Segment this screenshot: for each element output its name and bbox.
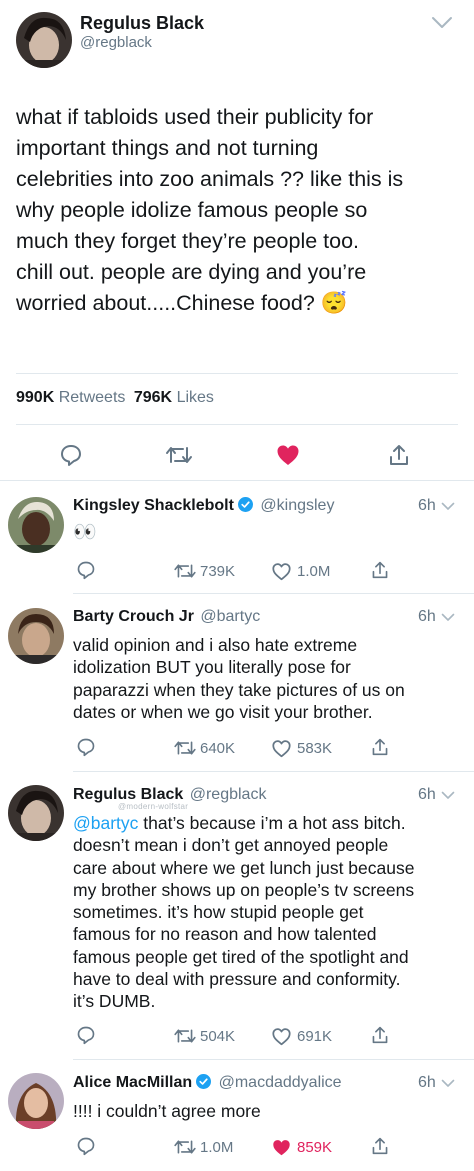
- tweet-text: what if tabloids used their publicity fo…: [16, 102, 466, 319]
- tweet-text-line: much they forget they’re people too.: [16, 229, 360, 253]
- author-name[interactable]: Regulus Black: [80, 13, 204, 34]
- retweet-icon[interactable]: [173, 562, 197, 580]
- heart-icon[interactable]: [271, 1027, 292, 1046]
- reply-text-line: care about where we get lunch just becau…: [73, 857, 415, 878]
- retweet-count[interactable]: 640K: [200, 740, 235, 757]
- share-icon[interactable]: [388, 443, 410, 467]
- heart-icon[interactable]: [271, 562, 292, 581]
- divider: [16, 373, 458, 374]
- divider: [0, 480, 474, 481]
- reply-text-line: famous people get tired of the spotlight…: [73, 946, 409, 967]
- retweets-count[interactable]: 990K: [16, 389, 54, 406]
- heart-icon[interactable]: [271, 1138, 292, 1157]
- avatar[interactable]: [16, 12, 72, 68]
- like-count[interactable]: 691K: [297, 1028, 332, 1045]
- share-icon[interactable]: [371, 1136, 389, 1156]
- retweet-icon[interactable]: [173, 739, 197, 757]
- reply-author-name[interactable]: Alice MacMillan: [73, 1074, 192, 1091]
- reply-header: Alice MacMillan @macdaddyalice: [73, 1074, 342, 1092]
- retweet-count[interactable]: 739K: [200, 563, 235, 580]
- like-count[interactable]: 1.0M: [297, 563, 330, 580]
- reply-icon[interactable]: [76, 737, 96, 757]
- chevron-down-icon[interactable]: [441, 1079, 455, 1088]
- reply-time[interactable]: 6h: [418, 1074, 436, 1092]
- reply-text: valid opinion and i also hate extreme id…: [73, 634, 463, 723]
- reply-icon[interactable]: [59, 443, 83, 467]
- reply-header: Barty Crouch Jr @bartyc: [73, 608, 260, 626]
- divider: [73, 1059, 474, 1060]
- avatar[interactable]: [8, 1073, 64, 1129]
- tweet-text-line: worried about.....Chinese food? 😴: [16, 291, 348, 315]
- reply-time[interactable]: 6h: [418, 608, 436, 626]
- reply-author-name[interactable]: Barty Crouch Jr: [73, 608, 194, 625]
- tweet-text-line: celebrities into zoo animals ?? like thi…: [16, 167, 404, 191]
- reply-author-handle[interactable]: @bartyc: [200, 608, 260, 625]
- chevron-down-icon[interactable]: [431, 16, 453, 30]
- retweet-count[interactable]: 504K: [200, 1028, 235, 1045]
- reply-icon[interactable]: [76, 1025, 96, 1045]
- divider: [73, 771, 474, 772]
- reply-time[interactable]: 6h: [418, 497, 436, 515]
- tweet-text-line: chill out. people are dying and you’re: [16, 260, 367, 284]
- reply-text-line: doesn’t mean i don’t get annoyed people: [73, 835, 389, 856]
- retweet-icon[interactable]: [173, 1027, 197, 1045]
- reply-icon[interactable]: [76, 1136, 96, 1156]
- reply-text: 👀: [73, 522, 97, 543]
- avatar[interactable]: [8, 785, 64, 841]
- retweet-count[interactable]: 1.0M: [200, 1139, 233, 1156]
- reply-text-line: idolization BUT you literally pose for: [73, 657, 351, 678]
- reply-text-line: valid opinion and i also hate extreme: [73, 635, 358, 655]
- reply-text-line: famous for no reason and how talented: [73, 924, 377, 945]
- retweet-icon[interactable]: [173, 1138, 197, 1156]
- tweet-stats: 990K Retweets 796K Likes: [16, 389, 214, 407]
- reply-text-line: it’s DUMB.: [73, 991, 156, 1012]
- tweet-text-line: why people idolize famous people so: [16, 198, 368, 222]
- reply-icon[interactable]: [76, 560, 96, 580]
- reply-author-handle[interactable]: @regblack: [190, 786, 267, 803]
- verified-badge-icon: [237, 497, 253, 512]
- divider: [16, 424, 458, 425]
- retweet-icon[interactable]: [165, 444, 193, 466]
- reply-text-line: @bartyc that’s because i’m a hot ass bit…: [73, 812, 463, 834]
- like-count[interactable]: 859K: [297, 1139, 332, 1156]
- tweet-text-line: what if tabloids used their publicity fo…: [16, 105, 374, 129]
- reply-header: Kingsley Shacklebolt @kingsley: [73, 497, 334, 515]
- watermark: @modern-wolfstar: [118, 802, 189, 811]
- reply-text-line: dates or when we go visit your brother.: [73, 701, 373, 722]
- avatar[interactable]: [8, 497, 64, 553]
- reply-text-line: have to deal with pressure and conformit…: [73, 969, 401, 990]
- share-icon[interactable]: [371, 737, 389, 757]
- chevron-down-icon[interactable]: [441, 791, 455, 800]
- chevron-down-icon[interactable]: [441, 613, 455, 622]
- likes-label[interactable]: Likes: [177, 389, 214, 406]
- share-icon[interactable]: [371, 560, 389, 580]
- reply-text-fragment: that’s because i’m a hot ass bitch.: [138, 813, 406, 833]
- reply-text: @bartyc that’s because i’m a hot ass bit…: [73, 812, 463, 1013]
- reply-author-name[interactable]: Kingsley Shacklebolt: [73, 497, 234, 514]
- like-count[interactable]: 583K: [297, 740, 332, 757]
- verified-badge-icon: [196, 1074, 212, 1089]
- reply-time[interactable]: 6h: [418, 786, 436, 804]
- reply-text-line: sometimes. it’s how stupid people get: [73, 902, 364, 923]
- reply-text-line: paparazzi when they take pictures of us …: [73, 679, 405, 700]
- share-icon[interactable]: [371, 1025, 389, 1045]
- author-handle[interactable]: @regblack: [80, 34, 152, 51]
- heart-icon[interactable]: [276, 444, 300, 466]
- reply-author-handle[interactable]: @kingsley: [260, 497, 334, 514]
- tweet-text-line: important things and not turning: [16, 136, 319, 160]
- likes-count[interactable]: 796K: [134, 389, 172, 406]
- reply-text-line: my brother shows up on people’s tv scree…: [73, 879, 415, 900]
- heart-icon[interactable]: [271, 739, 292, 758]
- avatar[interactable]: [8, 608, 64, 664]
- reply-text: !!!! i couldn’t agree more: [73, 1101, 261, 1121]
- reply-author-handle[interactable]: @macdaddyalice: [219, 1074, 342, 1091]
- chevron-down-icon[interactable]: [441, 502, 455, 511]
- mention-link[interactable]: @bartyc: [73, 813, 138, 833]
- reply-author-name[interactable]: Regulus Black: [73, 786, 183, 803]
- divider: [73, 593, 474, 594]
- retweets-label[interactable]: Retweets: [59, 389, 126, 406]
